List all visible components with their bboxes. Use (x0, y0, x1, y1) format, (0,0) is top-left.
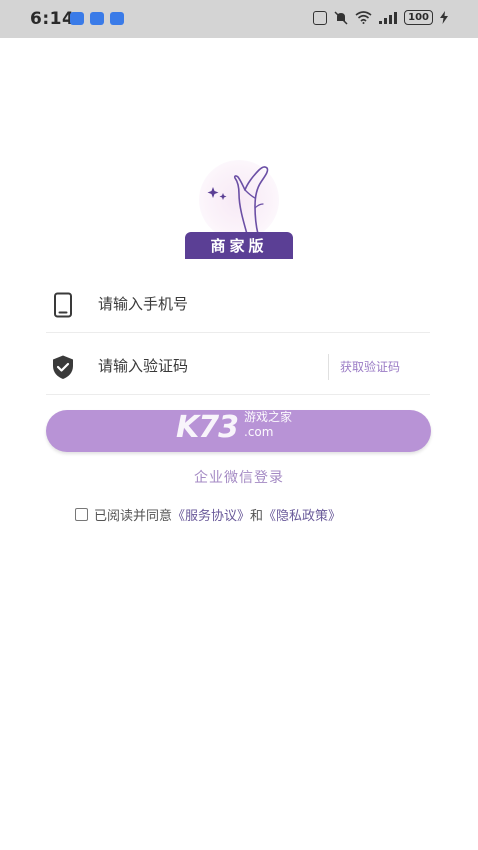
signal-icon (379, 11, 398, 24)
merchant-edition-banner: 商家版 (185, 232, 293, 259)
battery-icon: 100 (404, 10, 433, 25)
mute-icon (334, 10, 348, 25)
agree-checkbox[interactable] (75, 507, 88, 521)
charging-icon (440, 11, 448, 24)
nfc-icon (313, 10, 328, 25)
notification-icons (70, 12, 124, 25)
login-button[interactable] (46, 410, 431, 452)
app-logo: 商家版 (185, 160, 293, 260)
hand-sparkle-icon (207, 166, 269, 235)
status-indicators: 100 (313, 10, 448, 25)
service-agreement-link[interactable]: 《服务协议》 (172, 505, 250, 524)
notification-app-icon (70, 12, 84, 25)
agreement-conjunction: 和 (250, 508, 264, 524)
status-bar: 6:14 100 (0, 0, 478, 38)
status-time: 6:14 (30, 9, 75, 29)
phone-input[interactable] (98, 290, 338, 318)
phone-field-row (46, 276, 430, 333)
wifi-icon (355, 11, 372, 24)
code-divider (328, 354, 329, 380)
notification-app-icon (110, 12, 124, 25)
agreement-row: 已阅读并同意 《服务协议》 和 《隐私政策》 (75, 505, 341, 524)
code-input[interactable] (98, 352, 338, 380)
code-field-row: 获取验证码 (46, 338, 430, 395)
privacy-policy-link[interactable]: 《隐私政策》 (263, 505, 341, 524)
get-code-button[interactable]: 获取验证码 (340, 358, 400, 375)
wechat-work-login-link[interactable]: 企业微信登录 (0, 467, 478, 487)
agreement-prefix: 已阅读并同意 (94, 508, 173, 524)
phone-icon (54, 292, 72, 318)
notification-app-icon (90, 12, 104, 25)
shield-check-icon (53, 355, 73, 379)
